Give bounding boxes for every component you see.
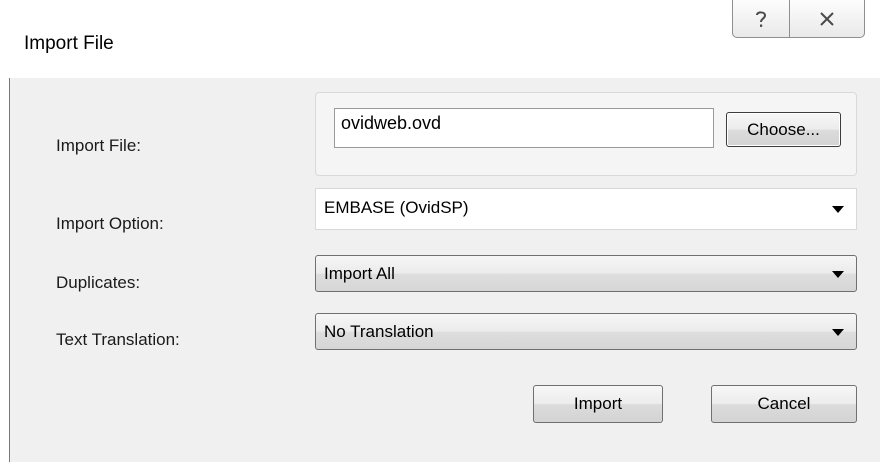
chevron-down-icon [832,270,844,278]
import-option-select[interactable]: EMBASE (OvidSP) [315,188,857,230]
title-bar-buttons [732,0,865,40]
help-button[interactable] [732,0,789,38]
import-file-input[interactable]: ovidweb.ovd [334,108,714,148]
question-mark-icon [754,9,768,29]
close-x-icon [819,11,835,26]
cancel-button[interactable]: Cancel [711,385,857,423]
import-option-label: Import Option: [56,214,164,233]
duplicates-select[interactable]: Import All [315,255,857,292]
text-translation-value: No Translation [324,322,434,341]
duplicates-label: Duplicates: [56,273,141,292]
import-file-dialog: Import File Import File: ovidweb.ovd Cho… [0,0,880,462]
dialog-body: Import File: ovidweb.ovd Choose... Impor… [9,78,880,462]
title-bar: Import File [0,0,880,78]
import-option-value: EMBASE (OvidSP) [324,198,469,217]
import-button[interactable]: Import [533,385,663,423]
close-button[interactable] [789,0,865,38]
text-translation-label: Text Translation: [56,330,180,349]
text-translation-select[interactable]: No Translation [315,313,857,350]
import-file-label: Import File: [56,136,142,155]
dialog-title: Import File [24,33,114,54]
choose-button[interactable]: Choose... [726,112,841,147]
chevron-down-icon [832,206,844,213]
chevron-down-icon [832,328,844,336]
duplicates-value: Import All [324,264,395,283]
